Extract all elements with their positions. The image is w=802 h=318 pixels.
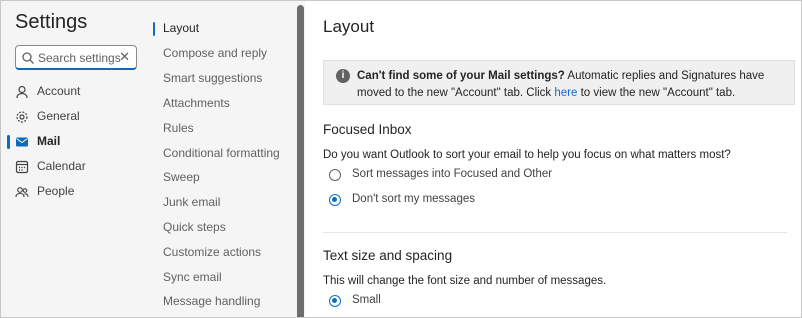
nav-item-account[interactable]: Account	[1, 80, 151, 104]
submenu-item-quick-steps[interactable]: Quick steps	[151, 217, 295, 239]
section-divider	[323, 232, 787, 233]
clear-icon[interactable]: ✕	[119, 49, 130, 65]
radio-button	[329, 295, 341, 307]
radio-label: Don't sort my messages	[352, 193, 475, 205]
focused-inbox-question: Do you want Outlook to sort your email t…	[323, 149, 731, 161]
info-notice: i Can't find some of your Mail settings?…	[323, 60, 795, 105]
person-icon	[16, 85, 28, 99]
info-icon: i	[336, 69, 350, 83]
notice-text: Can't find some of your Mail settings? A…	[357, 68, 789, 102]
radio-label: Sort messages into Focused and Other	[352, 168, 553, 180]
submenu-item-junk-email[interactable]: Junk email	[151, 192, 295, 214]
submenu-item-compose-and-reply[interactable]: Compose and reply	[151, 43, 295, 65]
settings-window: Settings Search settings ✕ Account Gener…	[0, 0, 802, 318]
gear-icon	[16, 111, 28, 123]
submenu-item-message-handling[interactable]: Message handling	[151, 291, 295, 313]
submenu-item-label: Sync email	[163, 270, 222, 284]
submenu-item-label: Sweep	[163, 170, 200, 184]
nav-item-label: General	[37, 109, 80, 123]
submenu-item-label: Conditional formatting	[163, 146, 280, 160]
submenu-item-sweep[interactable]: Sweep	[151, 167, 295, 189]
nav-item-label: People	[37, 184, 75, 198]
nav-item-label: Mail	[37, 134, 61, 148]
submenu-item-sync-email[interactable]: Sync email	[151, 267, 295, 289]
mail-settings-list: Layout Compose and reply Smart suggestio…	[151, 1, 295, 317]
focused-inbox-heading: Focused Inbox	[323, 122, 412, 137]
submenu-item-rules[interactable]: Rules	[151, 118, 295, 140]
mail-icon	[16, 137, 28, 147]
submenu-item-label: Message handling	[163, 294, 261, 308]
submenu-item-label: Layout	[163, 21, 200, 35]
submenu-item-smart-suggestions[interactable]: Smart suggestions	[151, 68, 295, 90]
layout-settings-panel: Layout i Can't find some of your Mail se…	[305, 1, 801, 317]
submenu-item-label: Attachments	[163, 96, 230, 110]
nav-item-general[interactable]: General	[1, 105, 151, 129]
calendar-icon	[15, 160, 29, 174]
notice-here-link[interactable]: here	[554, 87, 577, 99]
notice-tail-text: to view the new "Account" tab.	[577, 87, 736, 99]
submenu-item-attachments[interactable]: Attachments	[151, 93, 295, 115]
notice-bold-text: Can't find some of your Mail settings?	[357, 70, 565, 82]
submenu-item-label: Junk email	[163, 195, 221, 209]
search-icon	[22, 52, 34, 64]
radio-button	[329, 169, 341, 181]
text-size-heading: Text size and spacing	[323, 248, 453, 263]
text-size-description: This will change the font size and numbe…	[323, 275, 607, 287]
search-placeholder: Search settings	[38, 51, 121, 65]
submenu-item-label: Quick steps	[163, 220, 226, 234]
nav-item-mail[interactable]: Mail	[1, 130, 151, 154]
nav-item-label: Account	[37, 84, 81, 98]
submenu-item-label: Customize actions	[163, 245, 262, 259]
page-title: Layout	[323, 17, 375, 36]
submenu-item-customize-actions[interactable]: Customize actions	[151, 242, 295, 264]
submenu-item-conditional-formatting[interactable]: Conditional formatting	[151, 143, 295, 165]
people-icon	[15, 187, 29, 198]
settings-nav: Settings Search settings ✕ Account Gener…	[1, 1, 151, 317]
submenu-item-layout[interactable]: Layout	[151, 18, 295, 40]
radio-button	[329, 194, 341, 206]
submenu-item-label: Rules	[163, 121, 194, 135]
submenu-item-label: Smart suggestions	[163, 71, 263, 85]
nav-item-calendar[interactable]: Calendar	[1, 155, 151, 179]
settings-title: Settings	[15, 11, 88, 33]
search-input[interactable]: Search settings ✕	[15, 45, 137, 70]
radio-label: Small	[352, 294, 381, 306]
submenu-scrollbar[interactable]	[297, 5, 304, 317]
submenu-item-label: Compose and reply	[163, 46, 268, 60]
nav-item-label: Calendar	[37, 159, 86, 173]
nav-item-people[interactable]: People	[1, 180, 151, 204]
